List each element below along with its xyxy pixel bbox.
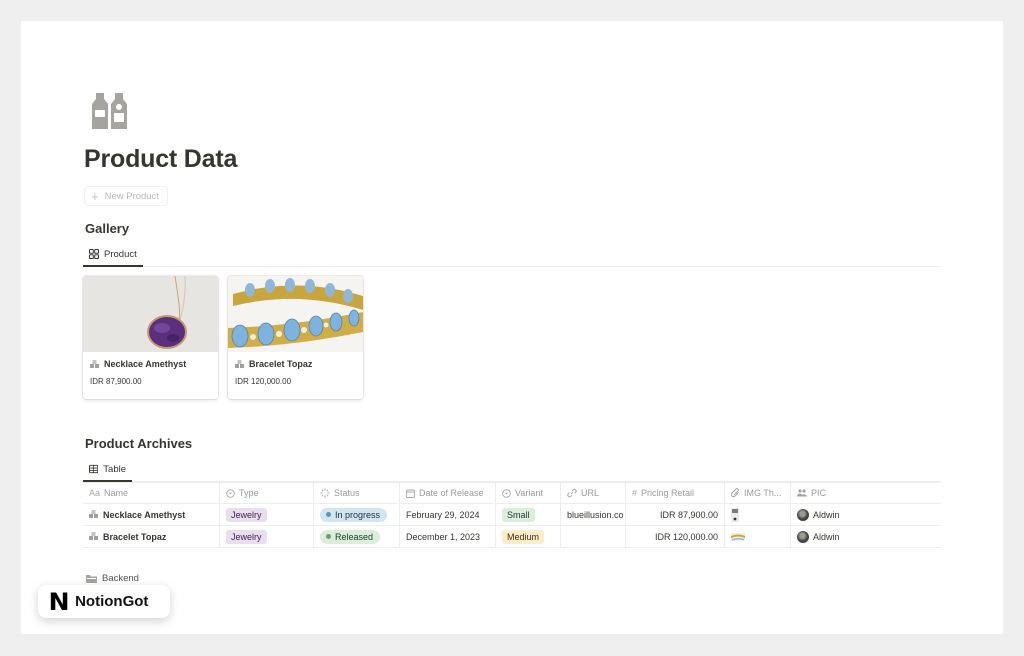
card-title: Bracelet Topaz bbox=[235, 359, 312, 369]
column-header-variant[interactable]: Variant bbox=[496, 483, 561, 503]
cell-url[interactable]: blueillusion.co bbox=[561, 504, 626, 525]
card-price: IDR 120,000.00 bbox=[235, 377, 292, 386]
status-badge: In progress bbox=[320, 507, 388, 522]
column-header-status[interactable]: Status bbox=[314, 483, 400, 503]
cell-variant[interactable]: Medium bbox=[496, 526, 561, 547]
avatar bbox=[797, 530, 809, 543]
cell-img[interactable] bbox=[725, 504, 791, 525]
gem-icon bbox=[235, 359, 244, 368]
table-icon bbox=[89, 464, 99, 474]
tab-product-label: Product bbox=[104, 248, 137, 260]
table-row[interactable]: Bracelet Topaz Jewelry Released December… bbox=[83, 526, 941, 548]
variant-tag: Medium bbox=[502, 529, 545, 544]
archives-title: Product Archives bbox=[85, 436, 193, 451]
gem-icon bbox=[90, 359, 99, 368]
column-header-type[interactable]: Type bbox=[220, 483, 314, 503]
text-property-icon: Aa bbox=[89, 488, 101, 498]
cell-name[interactable]: Necklace Amethyst bbox=[83, 504, 220, 525]
select-icon bbox=[502, 488, 511, 498]
column-header-url[interactable]: URL bbox=[561, 483, 626, 503]
type-tag: Jewelry bbox=[226, 529, 267, 544]
new-product-label: New Product bbox=[104, 190, 159, 202]
amethyst-necklace-photo bbox=[83, 276, 218, 352]
number-icon: # bbox=[632, 488, 638, 498]
archives-tabbar: Table bbox=[83, 458, 941, 482]
gallery-title: Gallery bbox=[85, 221, 130, 236]
cell-date[interactable]: February 29, 2024 bbox=[400, 504, 496, 525]
column-header-pic[interactable]: PIC bbox=[791, 483, 941, 503]
table-header: Aa Name Type Status Date of Release Vari… bbox=[83, 482, 941, 504]
cell-date[interactable]: December 1, 2023 bbox=[400, 526, 496, 547]
cell-price[interactable]: IDR 87,900.00 bbox=[626, 504, 725, 525]
variant-tag: Small bbox=[502, 507, 535, 522]
cell-type[interactable]: Jewelry bbox=[220, 504, 314, 525]
card-price: IDR 87,900.00 bbox=[90, 377, 142, 386]
archives-table: Aa Name Type Status Date of Release Vari… bbox=[83, 482, 941, 548]
select-icon bbox=[226, 488, 235, 498]
gallery-grid-icon bbox=[89, 249, 99, 259]
gem-icon bbox=[89, 510, 98, 518]
tab-table-label: Table bbox=[103, 463, 126, 475]
calendar-icon bbox=[406, 489, 415, 498]
topaz-bracelet-photo bbox=[228, 276, 363, 352]
gem-icon bbox=[89, 532, 98, 540]
status-badge: Released bbox=[320, 529, 381, 544]
necklace-thumbnail bbox=[731, 507, 739, 522]
notiongot-logo: N bbox=[48, 587, 70, 616]
bottles-icon[interactable] bbox=[91, 91, 133, 131]
link-icon bbox=[567, 488, 577, 498]
gallery-card[interactable]: Necklace Amethyst IDR 87,900.00 bbox=[83, 276, 218, 399]
column-header-pricing[interactable]: # Pricing Retail bbox=[626, 483, 725, 503]
status-dot bbox=[326, 512, 331, 517]
new-product-button[interactable]: + New Product bbox=[84, 186, 168, 206]
notiongot-text: NotionGot bbox=[75, 593, 149, 610]
type-tag: Jewelry bbox=[226, 507, 267, 522]
attachment-icon bbox=[731, 488, 740, 498]
column-header-name[interactable]: Aa Name bbox=[83, 483, 220, 503]
backend-page-link[interactable]: Backend bbox=[86, 573, 139, 584]
column-header-date[interactable]: Date of Release bbox=[400, 483, 496, 503]
tab-table[interactable]: Table bbox=[83, 458, 132, 482]
cell-img[interactable] bbox=[725, 526, 791, 547]
page-panel: Product Data + New Product Gallery Produ… bbox=[21, 21, 1003, 634]
cell-pic[interactable]: Aldwin bbox=[791, 504, 941, 525]
gallery-tabbar: Product bbox=[83, 243, 941, 267]
card-title: Necklace Amethyst bbox=[90, 359, 186, 369]
cell-name[interactable]: Bracelet Topaz bbox=[83, 526, 220, 547]
cell-status[interactable]: In progress bbox=[314, 504, 400, 525]
bracelet-thumbnail bbox=[731, 532, 745, 541]
cell-pic[interactable]: Aldwin bbox=[791, 526, 941, 547]
column-header-img[interactable]: IMG Th... bbox=[725, 483, 791, 503]
status-dot bbox=[326, 534, 331, 539]
page-title: Product Data bbox=[84, 145, 238, 173]
cell-url[interactable] bbox=[561, 526, 626, 547]
cell-price[interactable]: IDR 120,000.00 bbox=[626, 526, 725, 547]
cell-type[interactable]: Jewelry bbox=[220, 526, 314, 547]
url-link[interactable]: blueillusion.co bbox=[567, 510, 624, 520]
cell-status[interactable]: Released bbox=[314, 526, 400, 547]
table-row[interactable]: Necklace Amethyst Jewelry In progress Fe… bbox=[83, 504, 941, 526]
tab-product[interactable]: Product bbox=[83, 243, 143, 267]
cell-variant[interactable]: Small bbox=[496, 504, 561, 525]
avatar bbox=[797, 508, 809, 521]
notiongot-badge[interactable]: N NotionGot bbox=[38, 585, 170, 618]
plus-icon: + bbox=[91, 188, 99, 204]
folder-icon bbox=[86, 574, 97, 583]
status-icon bbox=[320, 488, 330, 498]
people-icon bbox=[797, 489, 807, 497]
gallery-card[interactable]: Bracelet Topaz IDR 120,000.00 bbox=[228, 276, 363, 399]
